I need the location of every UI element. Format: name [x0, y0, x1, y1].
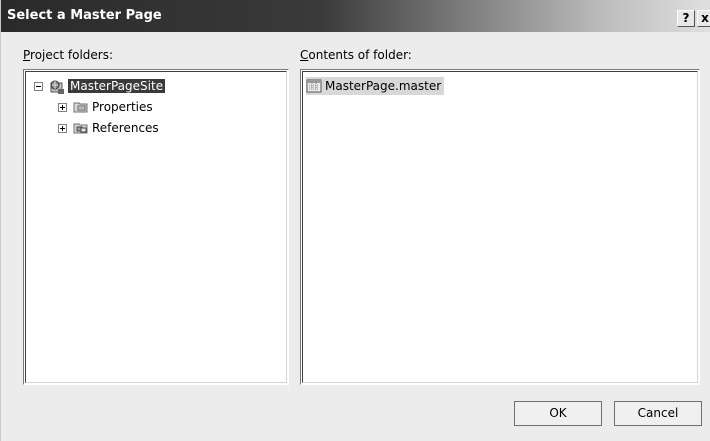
folder-contents-list[interactable]: MasterPage.master — [300, 69, 700, 385]
dialog-title: Select a Master Page — [7, 8, 162, 23]
references-folder-icon — [73, 121, 89, 135]
collapse-icon[interactable] — [34, 81, 43, 91]
ok-button[interactable]: OK — [514, 401, 602, 426]
cancel-button[interactable]: Cancel — [614, 401, 702, 426]
contents-of-folder-label: Contents of folder: — [300, 48, 412, 62]
project-folders-label: Project folders: — [23, 48, 114, 62]
tree-node-properties[interactable]: Properties — [58, 98, 153, 116]
file-item-label: MasterPage.master — [325, 79, 442, 93]
expand-icon[interactable] — [58, 102, 67, 112]
tree-node-references[interactable]: References — [58, 119, 159, 137]
project-folders-tree[interactable]: MasterPageSite Properties References — [23, 69, 289, 385]
tree-node-label: Properties — [92, 100, 153, 114]
help-button[interactable]: ? — [677, 10, 695, 27]
properties-folder-icon — [73, 100, 89, 114]
select-master-page-dialog: Select a Master Page ? x Project folders… — [0, 0, 710, 441]
project-icon — [49, 79, 65, 94]
tree-node-masterpagesite[interactable]: MasterPageSite — [34, 77, 166, 95]
tree-node-label: MasterPageSite — [68, 79, 166, 93]
title-bar[interactable]: Select a Master Page ? x — [1, 0, 710, 32]
master-page-file-icon — [306, 79, 322, 93]
close-button[interactable]: x — [697, 10, 710, 27]
expand-icon[interactable] — [58, 123, 67, 133]
file-item-masterpage[interactable]: MasterPage.master — [306, 77, 445, 95]
tree-node-label: References — [92, 121, 159, 135]
